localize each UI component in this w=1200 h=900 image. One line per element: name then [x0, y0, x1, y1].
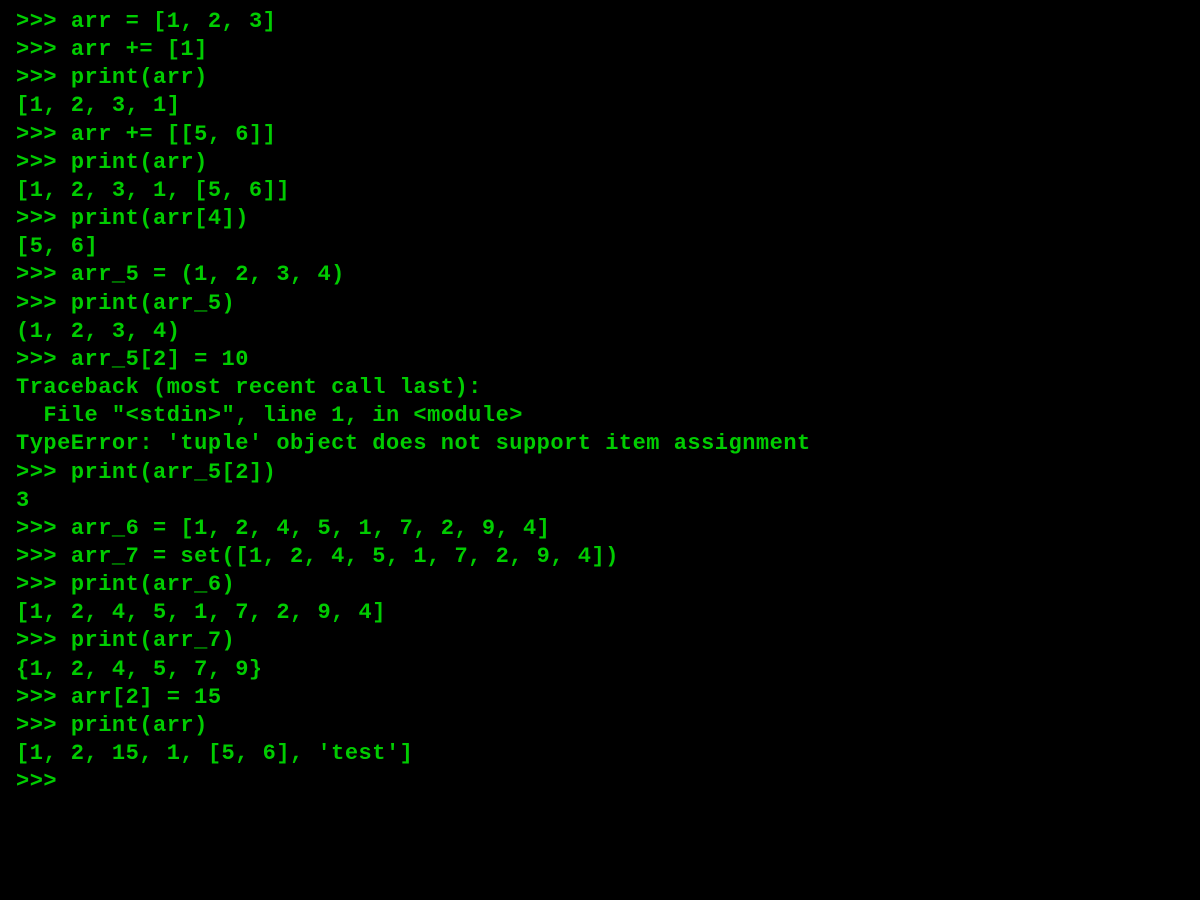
repl-output-text: [5, 6]: [16, 234, 98, 259]
repl-input-text: arr_6 = [1, 2, 4, 5, 1, 7, 2, 9, 4]: [71, 516, 551, 541]
repl-current-line[interactable]: >>>: [16, 768, 1184, 796]
terminal-line: >>> arr[2] = 15: [16, 684, 1184, 712]
repl-input-text: print(arr_5[2]): [71, 460, 277, 485]
repl-prompt: >>>: [16, 460, 71, 485]
repl-prompt: >>>: [16, 291, 71, 316]
terminal-output[interactable]: >>> arr = [1, 2, 3]>>> arr += [1]>>> pri…: [16, 8, 1184, 796]
terminal-line: >>> print(arr): [16, 149, 1184, 177]
terminal-line: [1, 2, 4, 5, 1, 7, 2, 9, 4]: [16, 599, 1184, 627]
repl-input-text: arr_5[2] = 10: [71, 347, 249, 372]
repl-input-text: print(arr[4]): [71, 206, 249, 231]
repl-input-text: arr[2] = 15: [71, 685, 222, 710]
terminal-line: {1, 2, 4, 5, 7, 9}: [16, 656, 1184, 684]
repl-input-text: print(arr): [71, 150, 208, 175]
repl-prompt: >>>: [16, 769, 71, 794]
terminal-line: [1, 2, 15, 1, [5, 6], 'test']: [16, 740, 1184, 768]
terminal-line: >>> arr += [[5, 6]]: [16, 121, 1184, 149]
repl-output-text: (1, 2, 3, 4): [16, 319, 180, 344]
repl-input-text: print(arr_6): [71, 572, 235, 597]
terminal-line: >>> print(arr[4]): [16, 205, 1184, 233]
repl-prompt: >>>: [16, 9, 71, 34]
terminal-line: Traceback (most recent call last):: [16, 374, 1184, 402]
repl-output-text: Traceback (most recent call last):: [16, 375, 482, 400]
repl-prompt: >>>: [16, 37, 71, 62]
repl-input-text: arr = [1, 2, 3]: [71, 9, 277, 34]
terminal-line: >>> print(arr_5[2]): [16, 459, 1184, 487]
repl-input-text: arr_7 = set([1, 2, 4, 5, 1, 7, 2, 9, 4]): [71, 544, 619, 569]
terminal-line: >>> print(arr): [16, 712, 1184, 740]
repl-output-text: TypeError: 'tuple' object does not suppo…: [16, 431, 811, 456]
repl-prompt: >>>: [16, 206, 71, 231]
terminal-line: >>> print(arr_7): [16, 627, 1184, 655]
terminal-line: (1, 2, 3, 4): [16, 318, 1184, 346]
repl-prompt: >>>: [16, 685, 71, 710]
terminal-line: File "<stdin>", line 1, in <module>: [16, 402, 1184, 430]
terminal-line: >>> print(arr_6): [16, 571, 1184, 599]
terminal-line: >>> arr = [1, 2, 3]: [16, 8, 1184, 36]
repl-prompt: >>>: [16, 122, 71, 147]
repl-output-text: {1, 2, 4, 5, 7, 9}: [16, 657, 263, 682]
repl-prompt: >>>: [16, 544, 71, 569]
repl-output-text: [1, 2, 3, 1]: [16, 93, 180, 118]
repl-input-text: print(arr_5): [71, 291, 235, 316]
repl-input-text: print(arr): [71, 65, 208, 90]
repl-input-text: arr += [1]: [71, 37, 208, 62]
terminal-line: >>> arr += [1]: [16, 36, 1184, 64]
terminal-line: TypeError: 'tuple' object does not suppo…: [16, 430, 1184, 458]
terminal-line: [1, 2, 3, 1]: [16, 92, 1184, 120]
repl-prompt: >>>: [16, 347, 71, 372]
repl-prompt: >>>: [16, 516, 71, 541]
repl-prompt: >>>: [16, 65, 71, 90]
repl-input-text: arr += [[5, 6]]: [71, 122, 277, 147]
repl-output-text: 3: [16, 488, 30, 513]
repl-output-text: [1, 2, 4, 5, 1, 7, 2, 9, 4]: [16, 600, 386, 625]
terminal-line: [5, 6]: [16, 233, 1184, 261]
terminal-line: >>> print(arr): [16, 64, 1184, 92]
repl-output-text: File "<stdin>", line 1, in <module>: [16, 403, 523, 428]
terminal-line: [1, 2, 3, 1, [5, 6]]: [16, 177, 1184, 205]
repl-input-text: arr_5 = (1, 2, 3, 4): [71, 262, 345, 287]
repl-input-text: print(arr_7): [71, 628, 235, 653]
repl-prompt: >>>: [16, 262, 71, 287]
terminal-line: >>> arr_6 = [1, 2, 4, 5, 1, 7, 2, 9, 4]: [16, 515, 1184, 543]
repl-output-text: [1, 2, 3, 1, [5, 6]]: [16, 178, 290, 203]
repl-prompt: >>>: [16, 150, 71, 175]
terminal-line: 3: [16, 487, 1184, 515]
repl-prompt: >>>: [16, 572, 71, 597]
terminal-line: >>> arr_7 = set([1, 2, 4, 5, 1, 7, 2, 9,…: [16, 543, 1184, 571]
repl-prompt: >>>: [16, 713, 71, 738]
repl-output-text: [1, 2, 15, 1, [5, 6], 'test']: [16, 741, 413, 766]
repl-prompt: >>>: [16, 628, 71, 653]
repl-input-text: print(arr): [71, 713, 208, 738]
terminal-line: >>> print(arr_5): [16, 290, 1184, 318]
terminal-line: >>> arr_5[2] = 10: [16, 346, 1184, 374]
terminal-line: >>> arr_5 = (1, 2, 3, 4): [16, 261, 1184, 289]
